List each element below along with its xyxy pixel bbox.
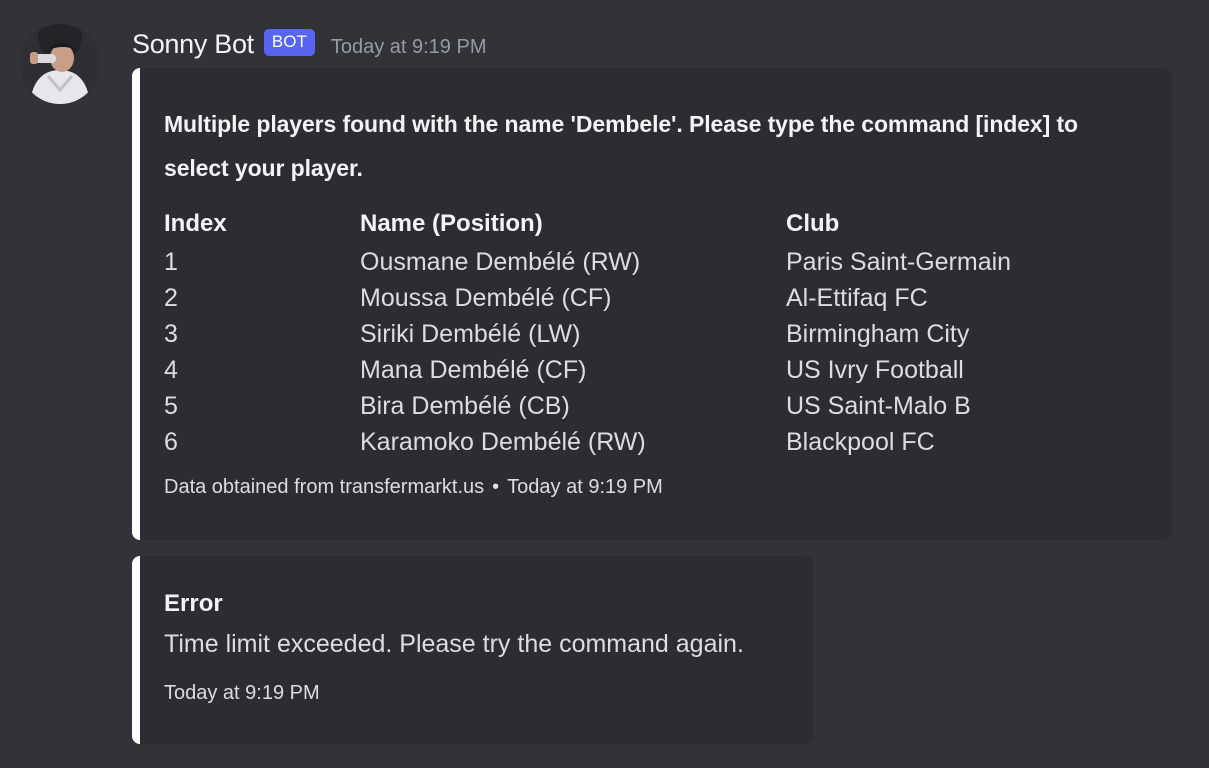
embed-footer: Data obtained from transfermarkt.us • Toda… [164,476,663,499]
user-avatar[interactable] [20,24,100,104]
footer-separator: • [492,476,500,498]
table-cell-index: 2 [164,284,178,312]
column-header-name: Name (Position) [360,210,543,237]
error-embed: Error Time limit exceeded. Please try th… [132,556,813,744]
bot-badge: BOT [263,28,315,56]
table-cell-name: Mana Dembélé (CF) [360,356,587,384]
embed-description: Time limit exceeded. Please try the comm… [164,630,744,658]
table-cell-club: Al-Ettifaq FC [786,284,928,312]
table-cell-index: 6 [164,428,178,456]
table-cell-index: 4 [164,356,178,384]
footer-timestamp: Today at 9:19 PM [164,682,320,704]
table-cell-club: Birmingham City [786,320,970,348]
footer-text: Data obtained from transfermarkt.us [164,476,485,498]
column-header-club: Club [786,210,840,237]
author-name[interactable]: Sonny Bot [132,29,254,60]
embed-description: Multiple players found with the name 'De… [164,111,1078,181]
table-cell-name: Moussa Dembélé (CF) [360,284,612,312]
message-timestamp[interactable]: Today at 9:19 PM [331,36,487,59]
table-cell-index: 5 [164,392,178,420]
embed-title: Error [164,590,223,617]
index-column: Index 1 2 3 4 5 6 [164,204,227,460]
column-header-index: Index [164,210,227,237]
table-cell-name: Karamoko Dembélé (RW) [360,428,646,456]
table-cell-club: Paris Saint-Germain [786,248,1012,276]
avatar-photo-icon [20,24,100,104]
table-cell-name: Ousmane Dembélé (RW) [360,248,641,276]
table-cell-index: 1 [164,248,178,276]
table-cell-name: Siriki Dembélé (LW) [360,320,581,348]
chat-message: Sonny Bot BOT Today at 9:19 PM Multiple … [0,0,1209,768]
message-header: Sonny Bot BOT Today at 9:19 PM [132,24,487,64]
club-column: Club Paris Saint-Germain Al-Ettifaq FC B… [786,204,1011,460]
table-cell-index: 3 [164,320,178,348]
table-cell-club: US Ivry Football [786,356,964,384]
table-cell-club: Blackpool FC [786,428,935,456]
footer-timestamp: Today at 9:19 PM [507,476,663,498]
table-cell-name: Bira Dembélé (CB) [360,392,570,420]
player-results-embed: Multiple players found with the name 'De… [132,68,1172,540]
table-cell-club: US Saint-Malo B [786,392,971,420]
name-column: Name (Position) Ousmane Dembélé (RW) Mou… [360,204,646,460]
